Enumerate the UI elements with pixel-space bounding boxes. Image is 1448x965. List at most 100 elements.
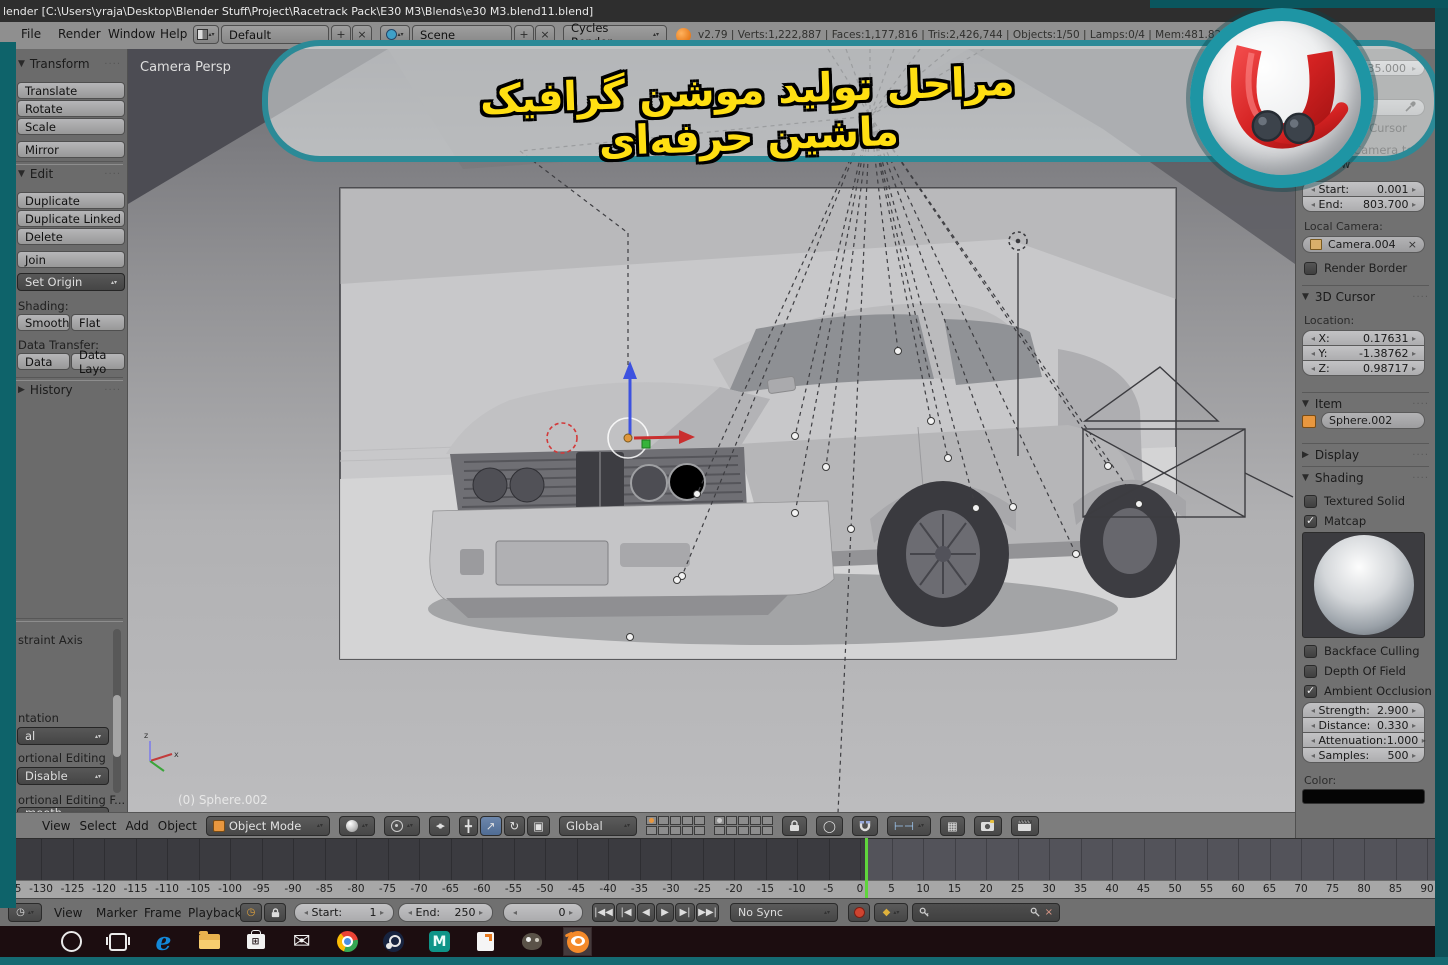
taskbar-gimp-icon[interactable]: [518, 928, 545, 955]
snap-magnet-icon[interactable]: [852, 816, 878, 836]
data-layout-button[interactable]: Data Layo: [71, 353, 125, 370]
render-opengl-icon[interactable]: [974, 816, 1002, 836]
sync-dropdown[interactable]: No Sync▴▾: [730, 903, 838, 922]
timeline-menu-playback[interactable]: Playback: [188, 906, 242, 920]
ao-samples-field[interactable]: ◂ Samples:500 ▸: [1302, 747, 1425, 763]
backface-culling-checkbox[interactable]: Backface Culling: [1304, 644, 1420, 658]
preview-range-icon[interactable]: ◷: [240, 903, 262, 922]
taskbar-mail-icon[interactable]: ✉: [288, 928, 315, 955]
proportional-edit-icon[interactable]: ◯: [816, 816, 843, 836]
panel-history-header[interactable]: ▶History····: [18, 383, 121, 397]
duplicate-button[interactable]: Duplicate: [17, 192, 125, 209]
render-animation-icon[interactable]: [1011, 816, 1039, 836]
item-name-field[interactable]: Sphere.002: [1321, 412, 1425, 429]
checkbox[interactable]: [1304, 645, 1317, 658]
viewport-menu-add[interactable]: Add: [126, 819, 149, 833]
taskbar-cortana-icon[interactable]: [58, 928, 85, 955]
record-button[interactable]: [848, 903, 870, 922]
data-button[interactable]: Data: [17, 353, 70, 370]
play-reverse-button[interactable]: ◀: [637, 903, 655, 922]
delete-button[interactable]: Delete: [17, 228, 125, 245]
flat-button[interactable]: Flat: [71, 314, 125, 331]
menu-window[interactable]: Window: [108, 27, 155, 41]
taskbar-store-icon[interactable]: ⊞: [242, 928, 269, 955]
menu-help[interactable]: Help: [160, 27, 187, 41]
operator-scrollbar[interactable]: [113, 629, 121, 793]
layers-grid-1[interactable]: [646, 816, 705, 835]
menu-file[interactable]: File: [21, 27, 41, 41]
panel-3d-cursor-header[interactable]: ▼3D Cursor····: [1302, 285, 1429, 304]
panel-transform-header[interactable]: ▼Transform····: [18, 57, 121, 71]
duplicate-linked-button[interactable]: Duplicate Linked: [17, 210, 125, 227]
panel-edit-header[interactable]: ▼Edit····: [18, 167, 121, 181]
clip-end-field[interactable]: ◂ End:803.700 ▸: [1302, 196, 1425, 212]
orientation-dropdown[interactable]: Global▴▾: [559, 816, 637, 836]
join-button[interactable]: Join: [17, 251, 125, 268]
viewport-shading-dropdown[interactable]: ▴▾: [339, 816, 375, 836]
timeline-menu-view[interactable]: View: [54, 906, 82, 920]
checkbox-checked[interactable]: [1304, 515, 1317, 528]
manipulator-translate-icon[interactable]: ↗: [480, 816, 502, 836]
operator-scrollbar-thumb[interactable]: [113, 695, 121, 757]
ao-distance-field[interactable]: ◂ Distance:0.330 ▸: [1302, 717, 1425, 733]
taskbar-edge-icon[interactable]: e: [150, 928, 177, 955]
prev-keyframe-button[interactable]: |◀: [616, 903, 636, 922]
ambient-occlusion-checkbox[interactable]: Ambient Occlusion: [1304, 684, 1432, 698]
jump-end-button[interactable]: ▶▶|: [696, 903, 719, 922]
proportional-dropdown[interactable]: Disable▴▾: [17, 767, 109, 785]
timeline-body[interactable]: [0, 838, 1448, 881]
viewport-menu-object[interactable]: Object: [158, 819, 197, 833]
viewport-menu-select[interactable]: Select: [79, 819, 116, 833]
color-swatch[interactable]: [1302, 789, 1425, 804]
jump-start-button[interactable]: |◀◀: [592, 903, 615, 922]
scale-button[interactable]: Scale: [17, 118, 125, 135]
layers-grid-2[interactable]: [714, 816, 773, 835]
taskbar-steam-icon[interactable]: [380, 928, 407, 955]
render-border-checkbox[interactable]: Render Border: [1304, 261, 1407, 275]
mode-dropdown[interactable]: Object Mode▴▾: [206, 816, 330, 836]
viewport-menu-view[interactable]: View: [42, 819, 70, 833]
frame-start-field[interactable]: ◂ Start:1 ▸: [294, 903, 394, 922]
set-origin-dropdown[interactable]: Set Origin▴▾: [17, 273, 125, 291]
cursor-z-field[interactable]: ◂ Z:0.98717 ▸: [1302, 360, 1425, 376]
checkbox[interactable]: [1304, 495, 1317, 508]
frame-end-field[interactable]: ◂ End:250 ▸: [398, 903, 493, 922]
cursor-y-field[interactable]: ◂ Y:-1.38762 ▸: [1302, 345, 1425, 361]
rotate-button[interactable]: Rotate: [17, 100, 125, 117]
clear-icon[interactable]: ×: [1408, 238, 1417, 251]
translate-button[interactable]: Translate: [17, 82, 125, 99]
viewport-3d[interactable]: xz Camera Persp (0) Sphere.002: [128, 49, 1295, 812]
play-button[interactable]: ▶: [656, 903, 674, 922]
lock-time-icon[interactable]: [264, 903, 286, 922]
snap-element-dropdown[interactable]: ⊢⊣▴▾: [887, 816, 931, 836]
textured-solid-checkbox[interactable]: Textured Solid: [1304, 494, 1405, 508]
ao-strength-field[interactable]: ◂ Strength:2.900 ▸: [1302, 702, 1425, 718]
depth-of-field-checkbox[interactable]: Depth Of Field: [1304, 664, 1406, 678]
matcap-preview[interactable]: [1302, 532, 1425, 638]
keying-set-dropdown[interactable]: ◆▴▾: [874, 903, 908, 922]
active-keying-set-field[interactable]: ×: [912, 903, 1060, 922]
clip-start-field[interactable]: ◂ Start:0.001 ▸: [1302, 181, 1425, 197]
manipulator-axis-icon[interactable]: ╋: [459, 816, 478, 836]
snap-target-icon[interactable]: ▦: [940, 816, 965, 836]
taskbar-document-icon[interactable]: [472, 928, 499, 955]
ao-attenuation-field[interactable]: ◂ Attenuation:1.000 ▸: [1302, 732, 1425, 748]
lock-to-scene-icon[interactable]: [782, 816, 807, 836]
orientation-dropdown[interactable]: al▴▾: [17, 727, 109, 745]
current-frame-field[interactable]: ◂0 ▸: [503, 903, 583, 922]
timeline-ruler[interactable]: -135-130-125-120-115-110-105-100-95-90-8…: [0, 880, 1448, 899]
manipulator-scale-icon[interactable]: ▣: [527, 816, 550, 836]
panel-display-header[interactable]: ▶Display····: [1302, 443, 1429, 462]
timeline-menu-marker[interactable]: Marker: [96, 906, 137, 920]
taskbar-file-explorer-icon[interactable]: [196, 928, 223, 955]
next-keyframe-button[interactable]: ▶|: [675, 903, 695, 922]
timeline-playhead[interactable]: [865, 838, 868, 898]
menu-render[interactable]: Render: [58, 27, 101, 41]
taskbar-maya-icon[interactable]: M: [426, 928, 453, 955]
timeline-menu-frame[interactable]: Frame: [144, 906, 181, 920]
manipulator-rotate-icon[interactable]: ↻: [504, 816, 526, 836]
pivot-align-toggle[interactable]: ◂▸: [429, 816, 450, 836]
checkbox-checked[interactable]: [1304, 685, 1317, 698]
layout-icon[interactable]: ▴▾: [193, 25, 219, 44]
checkbox[interactable]: [1304, 262, 1317, 275]
